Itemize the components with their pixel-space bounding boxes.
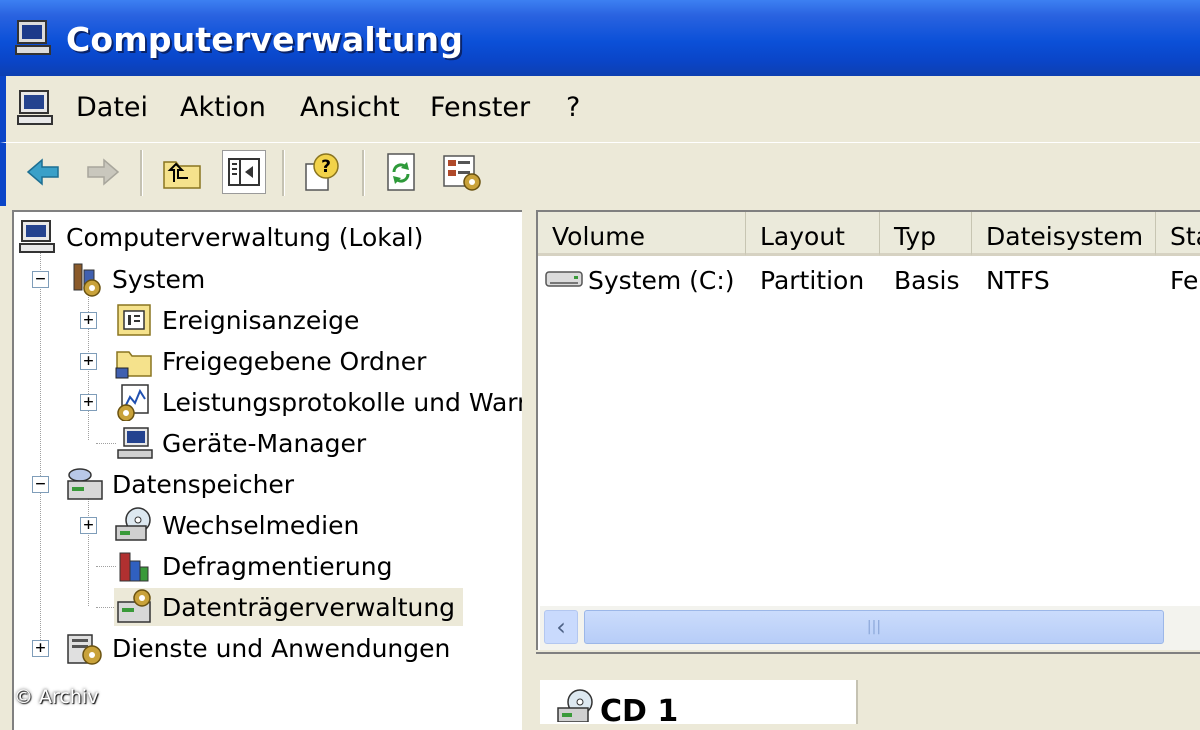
drive-icon: [545, 271, 583, 287]
tree-item-label: Freigegebene Ordner: [162, 346, 427, 376]
tree-item-dienste[interactable]: Dienste und Anwendungen: [64, 629, 450, 667]
menu-help[interactable]: ?: [566, 92, 580, 123]
tree-connector: [40, 250, 41, 650]
svg-text:?: ?: [321, 157, 331, 177]
expand-toggle[interactable]: +: [32, 640, 49, 657]
column-header-volume[interactable]: Volume: [538, 212, 746, 256]
tree-item-ereignisanzeige[interactable]: Ereignisanzeige: [114, 301, 359, 339]
tree-item-defragmentierung[interactable]: Defragmentierung: [114, 547, 392, 585]
tree-item-datentraegerverwaltung[interactable]: Datenträgerverwaltung: [114, 588, 464, 626]
tree-item-freigegebene-ordner[interactable]: Freigegebene Ordner: [114, 342, 426, 380]
tree-item-leistungsprotokolle[interactable]: Leistungsprotokolle und Warn: [114, 383, 522, 421]
tree-item-label: Wechselmedien: [162, 510, 360, 540]
scroll-left-button[interactable]: ‹: [544, 610, 578, 644]
system-menu-icon[interactable]: [16, 88, 56, 132]
cell-layout: Partition: [760, 266, 865, 295]
services-icon: [67, 634, 102, 665]
storage-icon: [67, 468, 103, 500]
tree-connector: [96, 607, 116, 608]
volume-list[interactable]: Volume Layout Typ Dateisystem Status Sys…: [536, 210, 1200, 650]
system-tools-icon: [73, 263, 101, 297]
expand-toggle[interactable]: +: [80, 312, 97, 329]
tree-item-label: Datenspeicher: [112, 469, 295, 499]
removable-media-icon: [115, 507, 151, 541]
disk-label: CD 1: [600, 694, 679, 729]
tree-item-geraete-manager[interactable]: Geräte-Manager: [114, 424, 366, 462]
window-title: Computerverwaltung: [66, 20, 464, 59]
cell-volume: System (C:): [588, 266, 735, 295]
menu-ansicht[interactable]: Ansicht: [300, 92, 400, 123]
menu-datei[interactable]: Datei: [76, 92, 148, 123]
device-manager-icon: [117, 427, 153, 459]
tree-item-label: Geräte-Manager: [162, 428, 367, 458]
expand-toggle[interactable]: +: [80, 517, 97, 534]
help-icon: ?: [305, 153, 339, 191]
properties-icon: [443, 155, 481, 191]
cell-dateisystem: NTFS: [986, 266, 1050, 295]
tree-item-label: Computerverwaltung (Lokal): [66, 222, 424, 252]
computer-icon: [19, 220, 55, 253]
cdrom-icon: [557, 689, 593, 722]
collapse-toggle[interactable]: −: [32, 271, 49, 288]
expand-toggle[interactable]: +: [80, 353, 97, 370]
tree-item-datenspeicher[interactable]: Datenspeicher: [64, 465, 294, 503]
tree-connector: [96, 566, 116, 567]
toolbar-separator: [282, 150, 285, 196]
disk-management-icon: [117, 589, 151, 623]
help-button[interactable]: ?: [300, 150, 344, 194]
show-hide-tree-icon: [228, 158, 260, 186]
column-header-dateisystem[interactable]: Dateisystem: [972, 212, 1156, 256]
forward-button[interactable]: [80, 150, 124, 194]
expand-toggle[interactable]: +: [80, 394, 97, 411]
tree-item-label: Leistungsprotokolle und Warn: [162, 387, 522, 417]
computer-management-icon: [14, 18, 54, 62]
performance-logs-icon: [117, 384, 149, 421]
forward-arrow-icon: [87, 158, 120, 186]
column-header-status[interactable]: Status: [1156, 212, 1200, 256]
tree-item-label: Dienste und Anwendungen: [112, 633, 451, 663]
show-hide-tree-button[interactable]: [222, 150, 266, 194]
console-tree[interactable]: Computerverwaltung (Lokal) − System + Er…: [12, 210, 522, 730]
tree-item-label: Ereignisanzeige: [162, 305, 360, 335]
scrollbar-thumb[interactable]: |||: [584, 610, 1164, 644]
menu-aktion[interactable]: Aktion: [180, 92, 266, 123]
column-header-typ[interactable]: Typ: [880, 212, 972, 256]
refresh-button[interactable]: [380, 150, 424, 194]
tree-item-label: System: [112, 264, 206, 294]
tree-item-wechselmedien[interactable]: Wechselmedien: [114, 506, 359, 544]
column-header-layout[interactable]: Layout: [746, 212, 880, 256]
tree-item-system[interactable]: System: [64, 260, 205, 298]
tree-item-root[interactable]: Computerverwaltung (Lokal): [18, 218, 423, 256]
toolbar-separator: [362, 150, 365, 196]
tree-item-label: Datenträgerverwaltung: [162, 592, 456, 622]
copyright-watermark: © Archiv: [14, 686, 99, 708]
refresh-icon: [387, 153, 415, 191]
event-viewer-icon: [117, 304, 151, 336]
properties-button[interactable]: [440, 150, 484, 194]
back-button[interactable]: [22, 150, 66, 194]
tree-connector: [96, 443, 116, 444]
tree-item-label: Defragmentierung: [162, 551, 393, 581]
back-arrow-icon: [26, 158, 59, 186]
pane-splitter[interactable]: [522, 210, 536, 730]
up-folder-icon: [163, 161, 201, 189]
cell-status: Fe: [1170, 266, 1199, 295]
menu-fenster[interactable]: Fenster: [430, 92, 530, 123]
tree-connector: [88, 496, 89, 606]
up-button[interactable]: [160, 150, 204, 194]
shared-folder-icon: [115, 351, 152, 379]
cell-typ: Basis: [894, 266, 960, 295]
collapse-toggle[interactable]: −: [32, 476, 49, 493]
toolbar-separator: [140, 150, 143, 196]
defragment-icon: [119, 552, 149, 582]
